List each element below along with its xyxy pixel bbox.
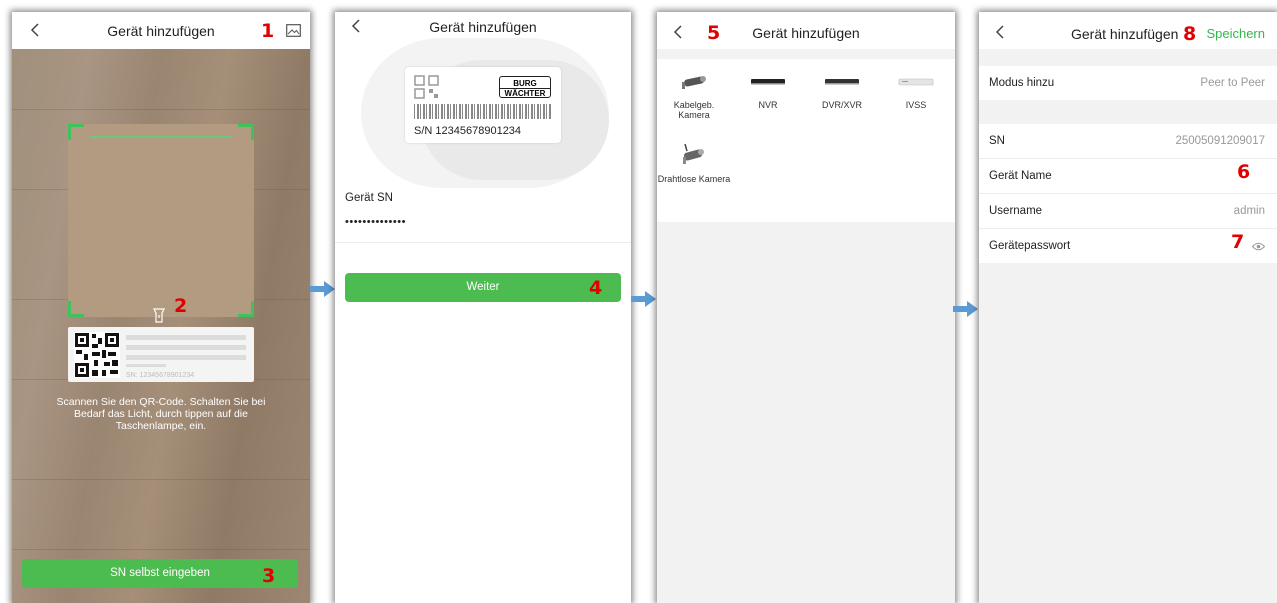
save-button[interactable]: Speichern — [1206, 26, 1265, 41]
scan-qr-screen: SN: 12345678901234 Scannen Sie den QR-Co… — [12, 12, 310, 603]
sn-input[interactable]: •••••••••••••• — [345, 216, 406, 228]
scan-frame — [68, 124, 254, 317]
scan-instruction: Scannen Sie den QR-Code. Schalten Sie be… — [56, 396, 266, 432]
arrow-right-icon — [310, 281, 335, 297]
chevron-left-icon[interactable] — [991, 22, 1009, 42]
sn-row: SN 25005091209017 — [979, 124, 1277, 158]
arrow-right-icon — [631, 291, 656, 307]
marker-8: 8 — [1183, 23, 1197, 45]
flashlight-icon[interactable] — [153, 308, 165, 323]
page-title: Gerät hinzufügen — [752, 25, 860, 41]
enter-sn-screen: Gerät hinzufügen BURG WÄCHTER S/N 123456… — [335, 12, 631, 603]
marker-4: 4 — [589, 277, 603, 299]
qr-code-icon — [414, 75, 439, 99]
ivss-icon — [898, 78, 934, 86]
wired-camera-icon — [682, 76, 706, 89]
device-type-dvr[interactable]: DVR/XVR — [805, 70, 879, 110]
marker-5: 5 — [707, 22, 721, 44]
device-type-wireless-camera[interactable]: Drahtlose Kamera — [657, 142, 731, 184]
page-title: Gerät hinzufügen — [429, 19, 537, 35]
header: Gerät hinzufügen — [657, 12, 955, 49]
qr-example-card: SN: 12345678901234 — [68, 327, 254, 382]
image-icon[interactable] — [286, 24, 301, 37]
device-type-screen: Gerät hinzufügen 5 Kabelgeb. Kamera NVR … — [657, 12, 955, 603]
device-type-nvr[interactable]: NVR — [731, 70, 805, 110]
page-title: Gerät hinzufügen — [1071, 26, 1179, 42]
device-name-row[interactable]: Gerät Name — [979, 159, 1277, 193]
device-type-ivss[interactable]: IVSS — [879, 70, 953, 110]
printed-sn: S/N 12345678901234 — [414, 125, 522, 137]
eye-icon[interactable] — [1252, 242, 1265, 251]
marker-1: 1 — [261, 20, 275, 42]
device-settings-screen: Gerät hinzufügen Speichern 8 Modus hinzu… — [979, 12, 1277, 603]
sn-field-label: Gerät SN — [345, 192, 393, 204]
mode-row[interactable]: Modus hinzu Peer to Peer — [979, 66, 1277, 100]
marker-2: 2 — [174, 295, 188, 317]
next-button[interactable]: Weiter — [345, 273, 621, 302]
marker-6: 6 — [1237, 161, 1251, 183]
qr-card-sn: SN: 12345678901234 — [126, 372, 195, 379]
wireless-camera-icon — [683, 143, 704, 164]
qr-code-icon — [74, 332, 120, 378]
device-type-wired-camera[interactable]: Kabelgeb. Kamera — [657, 70, 731, 120]
dvr-icon — [825, 79, 859, 85]
nvr-icon — [751, 79, 785, 85]
camera-viewfinder: SN: 12345678901234 Scannen Sie den QR-Co… — [12, 49, 310, 603]
marker-3: 3 — [262, 565, 276, 587]
enter-sn-manually-button[interactable]: SN selbst eingeben — [22, 559, 298, 588]
username-row[interactable]: Username admin — [979, 194, 1277, 228]
header: Gerät hinzufügen Speichern — [979, 12, 1277, 49]
brand-logo: BURG WÄCHTER — [499, 76, 551, 98]
device-label-card: BURG WÄCHTER S/N 12345678901234 — [405, 67, 561, 143]
marker-7: 7 — [1231, 231, 1245, 253]
barcode — [414, 104, 552, 119]
arrow-right-icon — [953, 301, 978, 317]
